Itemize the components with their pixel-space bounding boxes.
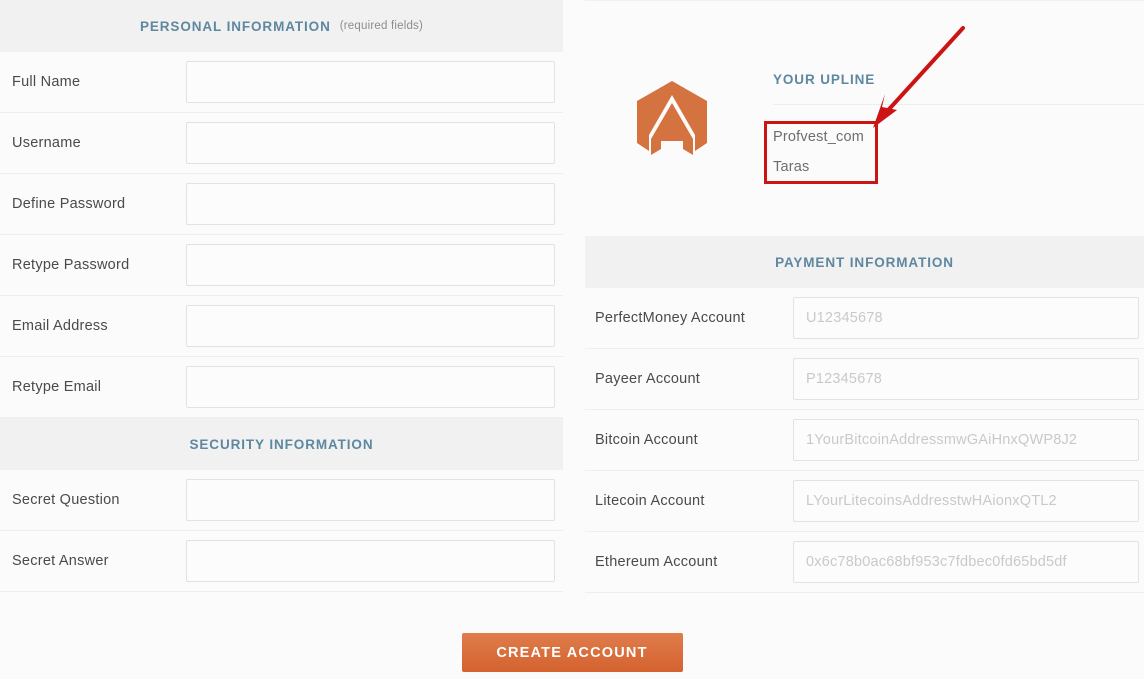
input-define-password[interactable]: [186, 183, 555, 225]
label-retype-password: Retype Password: [12, 257, 130, 273]
input-ethereum-account[interactable]: 0x6c78b0ac68bf953c7fdbec0fd65bd5df: [793, 541, 1139, 583]
label-retype-email: Retype Email: [12, 379, 102, 395]
personal-information-header: PERSONAL INFORMATION (required fields): [0, 0, 563, 52]
input-retype-email[interactable]: [186, 366, 555, 408]
label-payeer-account: Payeer Account: [595, 371, 701, 387]
create-account-button[interactable]: CREATE ACCOUNT: [461, 633, 683, 672]
label-bitcoin-account: Bitcoin Account: [595, 432, 698, 448]
input-litecoin-account[interactable]: LYourLitecoinsAddresstwHAionxQTL2: [793, 480, 1139, 522]
label-full-name: Full Name: [12, 74, 81, 90]
form-row-secret-question: Secret Question: [0, 470, 563, 531]
form-row-perfectmoney-account: PerfectMoney Account U12345678: [585, 288, 1144, 349]
label-define-password: Define Password: [12, 196, 126, 212]
label-username: Username: [12, 135, 81, 151]
form-row-bitcoin-account: Bitcoin Account 1YourBitcoinAddressmwGAi…: [585, 410, 1144, 471]
input-payeer-account[interactable]: P12345678: [793, 358, 1139, 400]
form-row-retype-email: Retype Email: [0, 357, 563, 418]
label-secret-answer: Secret Answer: [12, 553, 109, 569]
label-email-address: Email Address: [12, 318, 108, 334]
required-fields-note: (required fields): [339, 20, 424, 32]
registration-page: PERSONAL INFORMATION (required fields) F…: [0, 0, 1144, 679]
form-row-payeer-account: Payeer Account P12345678: [585, 349, 1144, 410]
label-ethereum-account: Ethereum Account: [595, 554, 718, 570]
label-secret-question: Secret Question: [12, 492, 120, 508]
form-row-retype-password: Retype Password: [0, 235, 563, 296]
input-retype-password[interactable]: [186, 244, 555, 286]
upline-username: Profvest_com: [773, 129, 865, 145]
left-column: PERSONAL INFORMATION (required fields) F…: [0, 0, 563, 592]
input-secret-answer[interactable]: [186, 540, 555, 582]
form-row-email-address: Email Address: [0, 296, 563, 357]
input-username[interactable]: [186, 122, 555, 164]
upline-divider: [773, 104, 1144, 105]
input-perfectmoney-account[interactable]: U12345678: [793, 297, 1139, 339]
personal-information-title: PERSONAL INFORMATION: [139, 18, 331, 34]
security-information-title: SECURITY INFORMATION: [189, 436, 374, 452]
upline-title: YOUR UPLINE: [773, 72, 876, 87]
form-row-litecoin-account: Litecoin Account LYourLitecoinsAddresstw…: [585, 471, 1144, 532]
hexagon-arrow-logo-icon: [633, 79, 711, 167]
security-information-header: SECURITY INFORMATION: [0, 418, 563, 470]
form-row-ethereum-account: Ethereum Account 0x6c78b0ac68bf953c7fdbe…: [585, 532, 1144, 593]
payment-information-header: PAYMENT INFORMATION: [585, 236, 1144, 288]
payment-information-title: PAYMENT INFORMATION: [775, 254, 954, 270]
form-row-secret-answer: Secret Answer: [0, 531, 563, 592]
upline-section: YOUR UPLINE Profvest_com Taras: [585, 0, 1144, 236]
submit-area: CREATE ACCOUNT: [0, 633, 1144, 672]
input-full-name[interactable]: [186, 61, 555, 103]
input-email-address[interactable]: [186, 305, 555, 347]
form-row-define-password: Define Password: [0, 174, 563, 235]
label-litecoin-account: Litecoin Account: [595, 493, 705, 509]
input-bitcoin-account[interactable]: 1YourBitcoinAddressmwGAiHnxQWP8J2: [793, 419, 1139, 461]
form-row-username: Username: [0, 113, 563, 174]
label-perfectmoney-account: PerfectMoney Account: [595, 310, 746, 326]
input-secret-question[interactable]: [186, 479, 555, 521]
right-column: YOUR UPLINE Profvest_com Taras PAYMENT I…: [585, 0, 1144, 593]
upline-fullname: Taras: [773, 159, 810, 175]
form-row-full-name: Full Name: [0, 52, 563, 113]
